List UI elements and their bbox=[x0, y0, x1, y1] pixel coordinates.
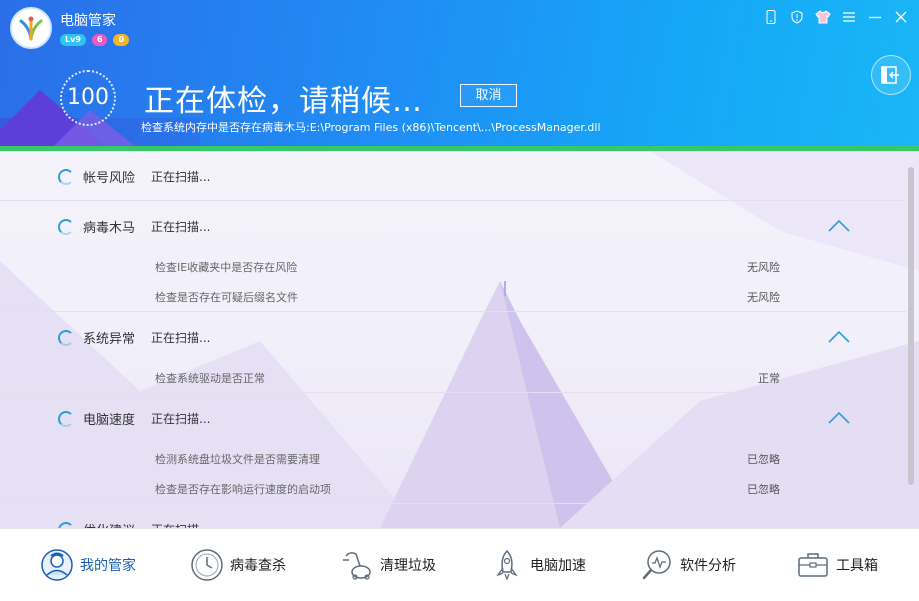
toolbox-icon bbox=[798, 553, 828, 577]
nav-label: 病毒查杀 bbox=[230, 558, 286, 574]
coin-badge[interactable]: 0 bbox=[113, 34, 130, 46]
check-item-label: 检查系统驱动是否正常 bbox=[155, 372, 265, 385]
check-item-label: 检查是否存在影响运行速度的启动项 bbox=[155, 483, 331, 496]
nav-item-clean-junk[interactable]: 清理垃圾 bbox=[340, 547, 436, 583]
level-badge[interactable]: Lv9 bbox=[60, 34, 86, 46]
nav-label: 软件分析 bbox=[680, 558, 736, 574]
app-logo[interactable] bbox=[10, 7, 52, 49]
nav-item-my-butler[interactable]: 我的管家 bbox=[40, 547, 136, 583]
loading-spinner-icon bbox=[58, 330, 74, 346]
minimize-icon[interactable] bbox=[865, 8, 885, 26]
gift-badge[interactable]: 6 bbox=[91, 34, 108, 46]
scrollbar[interactable] bbox=[908, 167, 914, 485]
check-item-result: 无风险 bbox=[747, 261, 780, 274]
nav-item-virus-scan[interactable]: 病毒查杀 bbox=[190, 547, 286, 583]
check-item-label: 检查IE收藏夹中是否存在风险 bbox=[155, 261, 298, 274]
nav-item-software-analysis[interactable]: 软件分析 bbox=[640, 547, 736, 583]
category-name: 电脑速度 bbox=[83, 413, 136, 428]
header: 电脑管家 Lv9 6 0 100 正在体检，请稍候… 取消 检查系统内存中是否存… bbox=[0, 0, 919, 146]
shield-icon[interactable] bbox=[787, 8, 807, 26]
rocket-icon bbox=[496, 549, 518, 581]
app-title: 电脑管家 bbox=[60, 13, 116, 29]
shirt-icon[interactable] bbox=[813, 8, 833, 26]
scan-results-panel: 帐号风险 正在扫描... 病毒木马 正在扫描... 检查IE收藏夹中是否存在风险 无风险检… bbox=[0, 151, 919, 528]
vacuum-icon bbox=[343, 552, 371, 580]
check-item-result: 无风险 bbox=[747, 291, 780, 304]
category-name: 优化建议 bbox=[83, 520, 135, 528]
category-row[interactable]: 优化建议 正在扫描... bbox=[0, 504, 906, 528]
nav-item-toolbox[interactable]: 工具箱 bbox=[796, 547, 878, 583]
check-item-row: 检查是否存在可疑后缀名文件 无风险 bbox=[0, 281, 906, 311]
phone-icon[interactable] bbox=[761, 8, 781, 26]
category-name: 病毒木马 bbox=[83, 221, 136, 236]
collapse-chevron-icon[interactable] bbox=[828, 219, 850, 233]
category-row[interactable]: 帐号风险 正在扫描... bbox=[0, 151, 906, 201]
nav-label: 工具箱 bbox=[836, 558, 878, 574]
nav-label: 电脑加速 bbox=[530, 558, 586, 574]
current-scan-path: 检查系统内存中是否存在病毒木马:E:\Program Files (x86)\T… bbox=[141, 121, 601, 134]
cancel-button[interactable]: 取消 bbox=[460, 84, 517, 107]
category-list: 帐号风险 正在扫描... 病毒木马 正在扫描... 检查IE收藏夹中是否存在风险 无风险检… bbox=[0, 151, 906, 528]
scan-headline: 正在体检，请稍候… bbox=[144, 84, 423, 119]
collapse-chevron-icon[interactable] bbox=[828, 330, 850, 344]
loading-spinner-icon bbox=[58, 169, 74, 185]
check-item-result: 已忽略 bbox=[747, 483, 780, 496]
category-row[interactable]: 病毒木马 正在扫描... bbox=[0, 201, 906, 251]
category-name: 系统异常 bbox=[83, 332, 136, 347]
loading-spinner-icon bbox=[58, 411, 74, 427]
exit-scan-button[interactable] bbox=[871, 55, 911, 95]
clock-scan-icon bbox=[191, 549, 223, 581]
category-status: 正在扫描... bbox=[151, 412, 211, 426]
check-item-label: 检测系统盘垃圾文件是否需要清理 bbox=[155, 453, 320, 466]
category-name: 帐号风险 bbox=[83, 171, 136, 186]
butler-icon bbox=[41, 549, 73, 581]
category-status: 正在扫描... bbox=[151, 521, 210, 528]
check-item-row: 检查系统驱动是否正常 正常 bbox=[0, 362, 906, 392]
check-item-result: 正常 bbox=[758, 372, 780, 385]
close-icon[interactable] bbox=[891, 8, 911, 26]
nav-label: 清理垃圾 bbox=[380, 558, 436, 574]
nav-label: 我的管家 bbox=[80, 558, 136, 574]
check-item-row: 检查IE收藏夹中是否存在风险 无风险 bbox=[0, 251, 906, 281]
bottom-navigation: 我的管家 病毒查杀 清理垃圾 电脑加速 软件分析 工具箱 bbox=[0, 528, 919, 601]
exit-icon bbox=[881, 66, 899, 84]
category-row[interactable]: 电脑速度 正在扫描... bbox=[0, 393, 906, 443]
health-score: 100 bbox=[60, 70, 116, 126]
category-row[interactable]: 系统异常 正在扫描... bbox=[0, 312, 906, 362]
check-item-label: 检查是否存在可疑后缀名文件 bbox=[155, 291, 298, 304]
collapse-chevron-icon[interactable] bbox=[828, 411, 850, 425]
check-item-row: 检查是否存在影响运行速度的启动项 已忽略 bbox=[0, 473, 906, 503]
check-item-row: 检测系统盘垃圾文件是否需要清理 已忽略 bbox=[0, 443, 906, 473]
menu-icon[interactable] bbox=[839, 8, 859, 26]
category-status: 正在扫描... bbox=[151, 331, 211, 345]
loading-spinner-icon bbox=[58, 219, 74, 235]
category-status: 正在扫描... bbox=[151, 170, 211, 184]
nav-item-speed-up[interactable]: 电脑加速 bbox=[490, 547, 586, 583]
analysis-icon bbox=[642, 550, 671, 580]
category-status: 正在扫描... bbox=[151, 220, 211, 234]
check-item-result: 已忽略 bbox=[747, 453, 780, 466]
